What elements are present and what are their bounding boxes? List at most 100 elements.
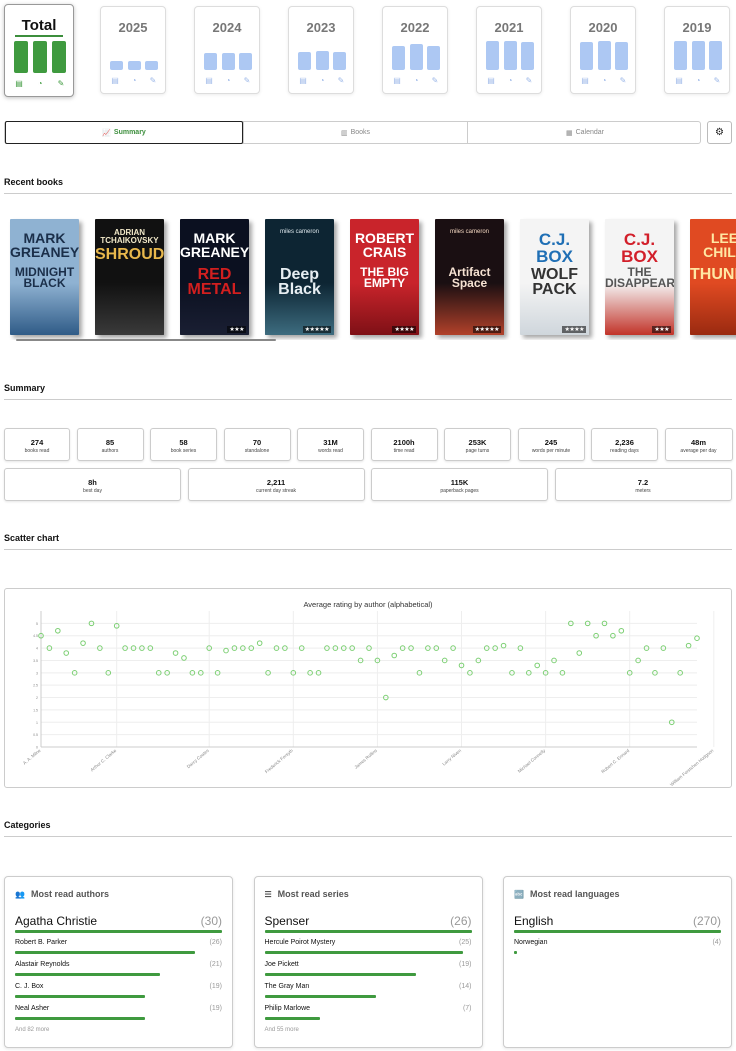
category-row[interactable]: Hercule Poirot Mystery (25): [264, 939, 472, 959]
year-card-bars: [14, 37, 66, 73]
year-card-bars: [486, 34, 534, 70]
year-bar: [52, 41, 66, 73]
stat-label: current day streak: [255, 488, 297, 494]
stat-value: 274: [30, 438, 44, 447]
book-rating: ★★★: [227, 326, 246, 333]
book-cover[interactable]: LEE CHILD THUNDERBOLT: [690, 219, 736, 335]
y-tick-label: 2: [36, 696, 38, 700]
book-icon: ▤: [581, 76, 589, 85]
clock-icon: ◔: [225, 76, 231, 85]
category-row[interactable]: C. J. Box (19): [15, 983, 222, 1003]
row-count: (25): [459, 939, 472, 946]
book-cover[interactable]: ROBERT CRAIS THE BIG EMPTY ★★★★: [350, 219, 419, 335]
more-link[interactable]: And 55 more: [265, 1027, 299, 1033]
stat-card: 2,211 current day streak: [187, 468, 365, 501]
book-icon: ▤: [111, 76, 119, 85]
category-row[interactable]: Philip Marlowe (7): [264, 1005, 472, 1025]
year-bar: [427, 45, 440, 70]
chart-title: Average rating by author (alphabetical): [303, 600, 433, 609]
top-item-count: (30): [200, 914, 222, 928]
year-card-2024[interactable]: 2024 ▤ ◔ ✎: [194, 6, 260, 94]
year-bar: [333, 52, 346, 70]
more-link[interactable]: And 82 more: [15, 1027, 49, 1033]
book-icon: ▤: [299, 76, 307, 85]
book-rating: ★★★★★: [302, 326, 331, 333]
book-icon: ▤: [205, 76, 213, 85]
recent-books-carousel[interactable]: MARK GREANEY MIDNIGHT BLACK ADRIAN TCHAIKO…: [0, 215, 736, 340]
category-row[interactable]: Robert B. Parker (26): [15, 939, 222, 959]
year-card-label: 2023: [306, 20, 336, 35]
category-row[interactable]: Neal Asher (19): [15, 1005, 222, 1025]
book-cover[interactable]: ADRIAN TCHAIKOVSKY SHROUD: [95, 219, 164, 335]
book-icon: ▤: [15, 79, 23, 88]
tab-calendar[interactable]: ▦ Calendar: [467, 122, 702, 143]
year-card-2019[interactable]: 2019 ▤ ◔ ✎: [664, 6, 730, 94]
category-card: 🔤 Most read languages English (270) Norwegia…: [503, 876, 732, 1048]
settings-button[interactable]: ⚙: [707, 121, 732, 144]
top-item-name[interactable]: English: [514, 914, 553, 928]
pen-icon: ✎: [57, 79, 65, 88]
clock-icon: ◔: [601, 76, 607, 85]
category-row[interactable]: The Gray Man (14): [264, 983, 472, 1003]
book-title: THUNDERBOLT: [690, 266, 736, 283]
year-card-2022[interactable]: 2022 ▤ ◔ ✎: [382, 6, 448, 94]
x-tick-label: Robert C. Ennard: [600, 748, 630, 775]
row-name: Alastair Reynolds: [15, 961, 70, 968]
stat-label: authors: [101, 448, 119, 454]
clock-icon: ◔: [413, 76, 419, 85]
section-summary: Summary: [4, 383, 732, 400]
year-card-2021[interactable]: 2021 ▤ ◔ ✎: [476, 6, 542, 94]
gear-icon: ⚙: [715, 127, 724, 138]
book-cover[interactable]: miles cameron Deep Black ★★★★★: [265, 219, 334, 335]
book-cover[interactable]: C.J. BOXTHE DISAPPEARED ★★★: [605, 219, 674, 335]
stat-value: 245: [544, 438, 558, 447]
row-count: (19): [209, 1005, 222, 1012]
pen-icon: ✎: [431, 76, 439, 85]
top-item-count: (26): [450, 914, 472, 928]
stat-value: 7.2: [637, 478, 649, 487]
book-rating: ★★★★★: [472, 326, 501, 333]
year-card-label: 2020: [588, 20, 618, 35]
tab-books[interactable]: ▥ Books: [243, 122, 467, 143]
carousel-scrollbar[interactable]: [16, 339, 276, 341]
y-tick-label: 3.5: [33, 659, 38, 663]
year-bar: [674, 40, 687, 70]
row-name: Philip Marlowe: [264, 1005, 311, 1012]
y-tick-label: 2.5: [33, 684, 38, 688]
clock-icon: ◔: [131, 76, 137, 85]
year-card-label: 2019: [682, 20, 712, 35]
year-card-label: 2022: [400, 20, 430, 35]
stat-value: 31M: [323, 438, 338, 447]
book-cover[interactable]: MARK GREANEY MIDNIGHT BLACK: [10, 219, 79, 335]
book-title: THE DISAPPEARED: [605, 265, 674, 291]
chart-line-icon: 📈: [102, 129, 111, 137]
year-card-2020[interactable]: 2020 ▤ ◔ ✎: [570, 6, 636, 94]
book-cover[interactable]: MARK GREANEY RED METAL ★★★: [180, 219, 249, 335]
year-card-total[interactable]: Total ▤ ◔ ✎: [4, 4, 74, 97]
year-bar: [580, 42, 593, 70]
tab-summary[interactable]: 📈 Summary: [5, 121, 243, 144]
scatter-point: [500, 642, 507, 649]
category-row[interactable]: Alastair Reynolds (21): [15, 961, 222, 981]
stat-label: meters: [635, 488, 651, 494]
top-item-name[interactable]: Agatha Christie: [15, 914, 97, 928]
pen-icon: ✎: [713, 76, 721, 85]
book-cover[interactable]: miles cameron Artifact Space ★★★★★: [435, 219, 504, 335]
stat-card: 70 standalone: [223, 428, 291, 461]
year-card-2023[interactable]: 2023 ▤ ◔ ✎: [288, 6, 354, 94]
stat-value: 70: [252, 438, 262, 447]
top-item-name[interactable]: Spenser: [265, 914, 310, 928]
top-item-count: (270): [692, 914, 721, 928]
x-tick-label: James Rollins: [353, 747, 378, 769]
list-icon: ☰: [264, 889, 272, 899]
tab-label: Books: [350, 129, 371, 136]
category-row[interactable]: Joe Pickett (19): [264, 961, 472, 981]
year-card-2025[interactable]: 2025 ▤ ◔ ✎: [100, 6, 166, 94]
category-row[interactable]: Norwegian (4): [514, 939, 721, 959]
stat-value: 253K: [468, 438, 487, 447]
book-rating: ★★★★: [392, 326, 416, 333]
books-icon: ▥: [340, 129, 348, 137]
scatter-point: [181, 655, 187, 661]
stat-value: 85: [105, 438, 115, 447]
book-cover[interactable]: C.J. BOX WOLF PACK ★★★★: [520, 219, 589, 335]
